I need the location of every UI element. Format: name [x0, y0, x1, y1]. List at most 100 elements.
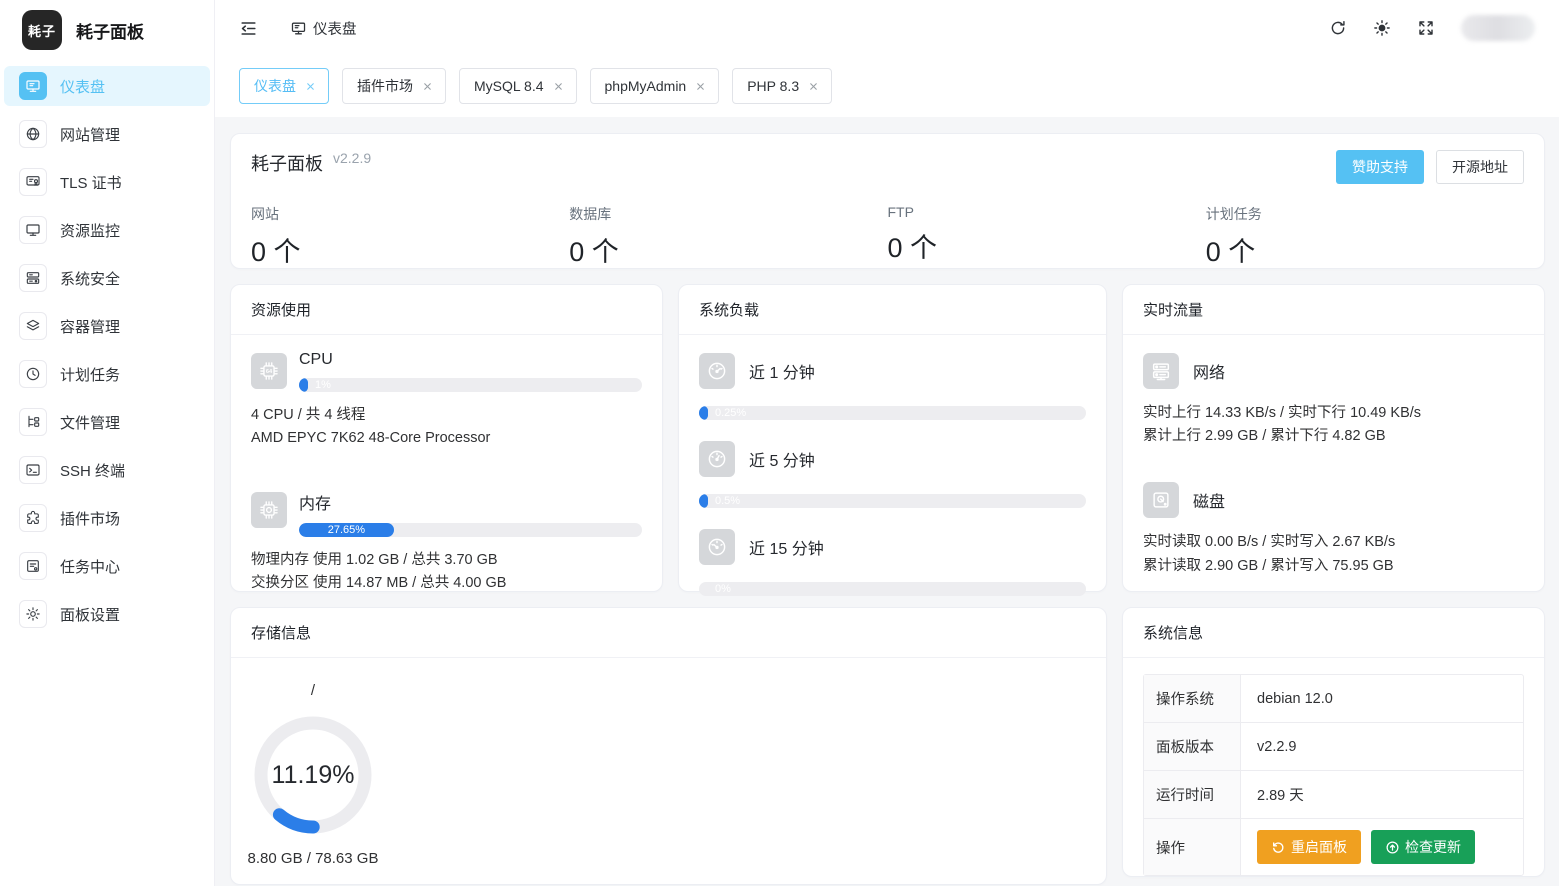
tab-plugins[interactable]: 插件市场	[342, 68, 446, 104]
update-button-label: 检查更新	[1405, 837, 1461, 857]
sidebar-nav: 仪表盘 网站管理 TLS 证书 资源监控	[0, 60, 214, 634]
sponsor-button[interactable]: 赞助支持	[1336, 150, 1424, 184]
user-menu[interactable]	[1461, 15, 1535, 41]
sidebar-item-settings[interactable]: 面板设置	[4, 594, 210, 634]
theme-sun-icon[interactable]	[1373, 19, 1391, 37]
logo-text: 耗子	[28, 21, 56, 40]
disk-total-line: 累计读取 2.90 GB / 累计写入 75.95 GB	[1143, 555, 1524, 578]
memory-title: 内存	[299, 490, 642, 514]
memory-progress-fill: 27.65%	[299, 523, 394, 537]
stat-ftp: FTP 0 个	[888, 204, 1206, 269]
sidebar-item-label: SSH 终端	[60, 460, 125, 481]
sidebar-item-label: 网站管理	[60, 124, 120, 145]
table-row: 面板版本 v2.2.9	[1144, 723, 1523, 771]
breadcrumb[interactable]: 仪表盘	[284, 18, 357, 39]
panel-title: 耗子面板	[251, 150, 323, 176]
app-window: 耗子 耗子面板 仪表盘 网站管理 TLS 证书	[0, 0, 1559, 886]
tab-label: 仪表盘	[254, 76, 296, 96]
check-update-button[interactable]: 检查更新	[1371, 830, 1475, 864]
tab-mysql[interactable]: MySQL 8.4	[459, 68, 577, 104]
sidebar-item-tasks[interactable]: 任务中心	[4, 546, 210, 586]
cpu-details: 4 CPU / 共 4 线程 AMD EPYC 7K62 48-Core Pro…	[251, 404, 642, 450]
sidebar-item-websites[interactable]: 网站管理	[4, 114, 210, 154]
file-tree-icon	[19, 408, 47, 436]
gauge-icon	[699, 353, 735, 389]
restart-panel-button[interactable]: 重启面板	[1257, 830, 1361, 864]
memory-chip-icon	[251, 492, 287, 528]
gauge-icon	[699, 529, 735, 565]
sidebar-item-monitoring[interactable]: 资源监控	[4, 210, 210, 250]
close-icon[interactable]	[553, 81, 564, 92]
monitor-icon	[19, 216, 47, 244]
mount-point-label: /	[311, 682, 315, 699]
system-info-card: 系统信息 操作系统 debian 12.0 面板版本 v2.2.9 运行时间 2	[1122, 607, 1545, 877]
sidebar-item-dashboard[interactable]: 仪表盘	[4, 66, 210, 106]
load-5min-bar: 0.5%	[699, 494, 1086, 508]
close-icon[interactable]	[695, 81, 706, 92]
cpu-chip-icon: 64	[251, 353, 287, 389]
load-15min-bar: 0%	[699, 582, 1086, 596]
panel-version: v2.2.9	[333, 150, 371, 166]
sidebar-item-label: 插件市场	[60, 508, 120, 529]
disk-header: 磁盘	[1143, 482, 1524, 518]
table-row: 操作系统 debian 12.0	[1144, 675, 1523, 723]
menu-fold-icon[interactable]	[239, 19, 258, 38]
panel-version-label: 面板版本	[1144, 723, 1241, 770]
fullscreen-icon[interactable]	[1417, 19, 1435, 37]
topbar: 仪表盘	[215, 0, 1559, 56]
terminal-icon	[19, 456, 47, 484]
os-label: 操作系统	[1144, 675, 1241, 722]
uptime-label: 运行时间	[1144, 771, 1241, 818]
cpu-model-line: AMD EPYC 7K62 48-Core Processor	[251, 427, 642, 450]
network-details: 实时上行 14.33 KB/s / 实时下行 10.49 KB/s 累计上行 2…	[1143, 402, 1524, 448]
restart-button-label: 重启面板	[1291, 837, 1347, 857]
stat-value: 0 个	[1206, 230, 1524, 269]
network-realtime-line: 实时上行 14.33 KB/s / 实时下行 10.49 KB/s	[1143, 402, 1524, 425]
refresh-icon[interactable]	[1329, 19, 1347, 37]
cpu-percent-label: 1%	[315, 378, 331, 392]
sidebar-item-cron[interactable]: 计划任务	[4, 354, 210, 394]
disk-realtime-line: 实时读取 0.00 B/s / 实时写入 2.67 KB/s	[1143, 531, 1524, 554]
load-5min-percent: 0.5%	[715, 494, 740, 508]
topbar-actions	[1329, 15, 1535, 41]
sidebar-item-containers[interactable]: 容器管理	[4, 306, 210, 346]
card-title: 实时流量	[1123, 285, 1544, 335]
memory-progress-bar: 27.65%	[299, 523, 642, 537]
system-info-table: 操作系统 debian 12.0 面板版本 v2.2.9 运行时间 2.89 天	[1143, 674, 1524, 876]
sidebar-item-label: 文件管理	[60, 412, 120, 433]
tab-dashboard[interactable]: 仪表盘	[239, 68, 329, 104]
cpu-title: CPU	[299, 351, 642, 369]
tab-label: phpMyAdmin	[605, 78, 687, 94]
sidebar-item-plugins[interactable]: 插件市场	[4, 498, 210, 538]
tab-label: PHP 8.3	[747, 78, 799, 94]
sidebar-item-security[interactable]: 系统安全	[4, 258, 210, 298]
sidebar-item-label: 系统安全	[60, 268, 120, 289]
cpu-progress-fill	[299, 378, 308, 392]
sidebar-item-label: 任务中心	[60, 556, 120, 577]
storage-card: 存储信息 / 11.19% 8.80 GB / 78.63	[230, 607, 1107, 885]
source-button[interactable]: 开源地址	[1436, 150, 1524, 184]
close-icon[interactable]	[305, 81, 316, 92]
sidebar-item-label: 计划任务	[60, 364, 120, 385]
card-title: 资源使用	[231, 285, 662, 335]
sidebar-item-ssh[interactable]: SSH 终端	[4, 450, 210, 490]
cpu-threads-line: 4 CPU / 共 4 线程	[251, 404, 642, 427]
close-icon[interactable]	[808, 81, 819, 92]
sidebar-item-files[interactable]: 文件管理	[4, 402, 210, 442]
stat-value: 0 个	[569, 230, 887, 269]
sidebar-item-tls-certs[interactable]: TLS 证书	[4, 162, 210, 202]
sidebar-item-label: 资源监控	[60, 220, 120, 241]
system-load-card: 系统负载 近 1 分钟 0.25%	[678, 284, 1107, 592]
disk-percent-label: 11.19%	[251, 713, 375, 837]
network-total-line: 累计上行 2.99 GB / 累计下行 4.82 GB	[1143, 425, 1524, 448]
close-icon[interactable]	[422, 81, 433, 92]
stat-databases: 数据库 0 个	[569, 204, 887, 269]
memory-block: 内存 27.65%	[251, 492, 642, 537]
load-15min-header: 近 15 分钟	[699, 529, 1086, 565]
sidebar-item-label: 容器管理	[60, 316, 120, 337]
load-5min-label: 近 5 分钟	[749, 447, 815, 471]
network-header: 网络	[1143, 353, 1524, 389]
tab-php[interactable]: PHP 8.3	[732, 68, 832, 104]
sidebar: 耗子 耗子面板 仪表盘 网站管理 TLS 证书	[0, 0, 215, 886]
tab-phpmyadmin[interactable]: phpMyAdmin	[590, 68, 720, 104]
